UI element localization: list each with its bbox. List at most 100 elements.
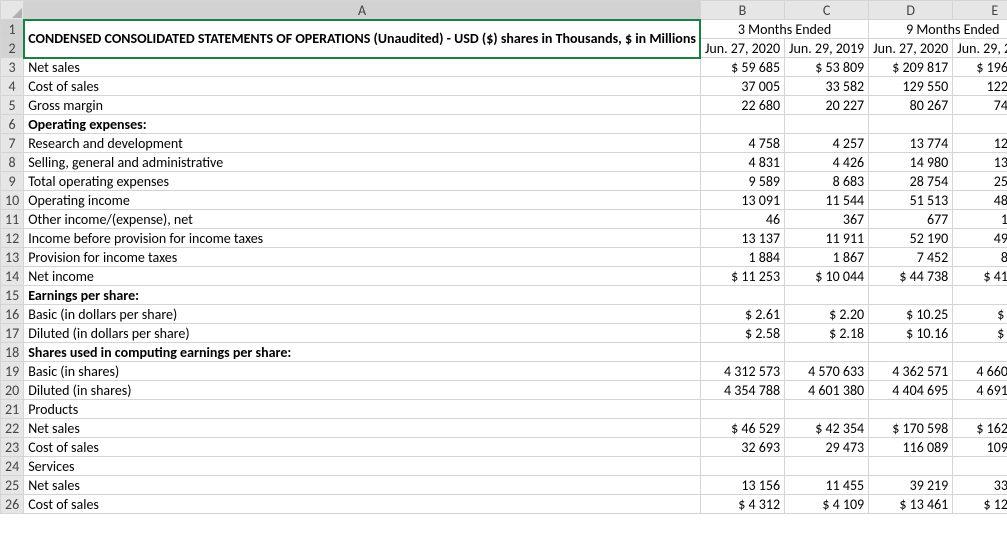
cell-c22[interactable]: $ 42 354	[785, 419, 869, 438]
cell-a7[interactable]: Research and development	[24, 134, 701, 153]
cell-b5[interactable]: 22 680	[700, 96, 784, 115]
cell-d17[interactable]: $ 10.16	[869, 324, 953, 343]
cell-a1[interactable]: CONDENSED CONSOLIDATED STATEMENTS OF OPE…	[24, 20, 701, 58]
cell-b6[interactable]	[700, 115, 784, 134]
cell-b20[interactable]: 4 354 788	[700, 381, 784, 400]
cell-d25[interactable]: 39 219	[869, 476, 953, 495]
row-head-25[interactable]: 25	[1, 476, 24, 495]
cell-a13[interactable]: Provision for income taxes	[24, 248, 701, 267]
col-head-e[interactable]: E	[953, 1, 1007, 20]
cell-c21[interactable]	[785, 400, 869, 419]
cell-b22[interactable]: $ 46 529	[700, 419, 784, 438]
row-head-3[interactable]: 3	[1, 58, 24, 77]
cell-e7[interactable]: 12 107	[953, 134, 1007, 153]
cell-b9[interactable]: 9 589	[700, 172, 784, 191]
row-head-9[interactable]: 9	[1, 172, 24, 191]
cell-b16[interactable]: $ 2.61	[700, 305, 784, 324]
cell-e26[interactable]: $ 12 297	[953, 495, 1007, 514]
cell-e5[interactable]: 74 079	[953, 96, 1007, 115]
cell-a8[interactable]: Selling, general and administrative	[24, 153, 701, 172]
cell-b18[interactable]	[700, 343, 784, 362]
cell-a14[interactable]: Net income	[24, 267, 701, 286]
cell-a9[interactable]: Total operating expenses	[24, 172, 701, 191]
cell-c17[interactable]: $ 2.18	[785, 324, 869, 343]
row-head-22[interactable]: 22	[1, 419, 24, 438]
cell-b12[interactable]: 13 137	[700, 229, 784, 248]
cell-c12[interactable]: 11 911	[785, 229, 869, 248]
select-all-corner[interactable]	[1, 1, 24, 20]
cell-a12[interactable]: Income before provision for income taxes	[24, 229, 701, 248]
cell-a17[interactable]: Diluted (in dollars per share)	[24, 324, 701, 343]
cell-b8[interactable]: 4 831	[700, 153, 784, 172]
col-head-a[interactable]: A	[24, 1, 701, 20]
cell-e12[interactable]: 49 610	[953, 229, 1007, 248]
cell-e9[interactable]: 25 774	[953, 172, 1007, 191]
cell-d2[interactable]: Jun. 27, 2020	[869, 39, 953, 58]
row-head-20[interactable]: 20	[1, 381, 24, 400]
row-head-16[interactable]: 16	[1, 305, 24, 324]
cell-d26[interactable]: $ 13 461	[869, 495, 953, 514]
cell-d7[interactable]: 13 774	[869, 134, 953, 153]
cell-e15[interactable]	[953, 286, 1007, 305]
cell-b3[interactable]: $ 59 685	[700, 58, 784, 77]
cell-c24[interactable]	[785, 457, 869, 476]
cell-d18[interactable]	[869, 343, 953, 362]
cell-b17[interactable]: $ 2.58	[700, 324, 784, 343]
row-head-8[interactable]: 8	[1, 153, 24, 172]
row-head-4[interactable]: 4	[1, 77, 24, 96]
cell-a19[interactable]: Basic (in shares)	[24, 362, 701, 381]
cell-c16[interactable]: $ 2.20	[785, 305, 869, 324]
row-head-23[interactable]: 23	[1, 438, 24, 457]
cell-c23[interactable]: 29 473	[785, 438, 869, 457]
cell-c15[interactable]	[785, 286, 869, 305]
row-head-17[interactable]: 17	[1, 324, 24, 343]
cell-b4[interactable]: 37 005	[700, 77, 784, 96]
cell-d3[interactable]: $ 209 817	[869, 58, 953, 77]
row-head-6[interactable]: 6	[1, 115, 24, 134]
cell-e8[interactable]: 13 667	[953, 153, 1007, 172]
col-head-b[interactable]: B	[700, 1, 784, 20]
cell-d22[interactable]: $ 170 598	[869, 419, 953, 438]
cell-d20[interactable]: 4 404 695	[869, 381, 953, 400]
cell-d1[interactable]: 9 Months Ended	[869, 20, 1007, 39]
cell-c26[interactable]: $ 4 109	[785, 495, 869, 514]
cell-a4[interactable]: Cost of sales	[24, 77, 701, 96]
cell-a24[interactable]: Services	[24, 457, 701, 476]
cell-b25[interactable]: 13 156	[700, 476, 784, 495]
cell-c25[interactable]: 11 455	[785, 476, 869, 495]
cell-a6[interactable]: Operating expenses:	[24, 115, 701, 134]
cell-e18[interactable]	[953, 343, 1007, 362]
cell-b11[interactable]: 46	[700, 210, 784, 229]
cell-d24[interactable]	[869, 457, 953, 476]
cell-b23[interactable]: 32 693	[700, 438, 784, 457]
row-head-15[interactable]: 15	[1, 286, 24, 305]
cell-a11[interactable]: Other income/(expense), net	[24, 210, 701, 229]
cell-d6[interactable]	[869, 115, 953, 134]
cell-e19[interactable]: 4 660 175	[953, 362, 1007, 381]
cell-a5[interactable]: Gross margin	[24, 96, 701, 115]
row-head-1[interactable]: 1	[1, 20, 24, 39]
cell-b14[interactable]: $ 11 253	[700, 267, 784, 286]
cell-d14[interactable]: $ 44 738	[869, 267, 953, 286]
cell-c19[interactable]: 4 570 633	[785, 362, 869, 381]
cell-c9[interactable]: 8 683	[785, 172, 869, 191]
cell-a18[interactable]: Shares used in computing earnings per sh…	[24, 343, 701, 362]
cell-b1[interactable]: 3 Months Ended	[700, 20, 868, 39]
cell-b26[interactable]: $ 4 312	[700, 495, 784, 514]
cell-c14[interactable]: $ 10 044	[785, 267, 869, 286]
cell-d10[interactable]: 51 513	[869, 191, 953, 210]
cell-b13[interactable]: 1 884	[700, 248, 784, 267]
cell-a23[interactable]: Cost of sales	[24, 438, 701, 457]
row-head-14[interactable]: 14	[1, 267, 24, 286]
cell-d4[interactable]: 129 550	[869, 77, 953, 96]
cell-b19[interactable]: 4 312 573	[700, 362, 784, 381]
row-head-5[interactable]: 5	[1, 96, 24, 115]
cell-d8[interactable]: 14 980	[869, 153, 953, 172]
cell-e4[interactable]: 122 055	[953, 77, 1007, 96]
row-head-7[interactable]: 7	[1, 134, 24, 153]
cell-e10[interactable]: 48 305	[953, 191, 1007, 210]
cell-e23[interactable]: 109 758	[953, 438, 1007, 457]
cell-e3[interactable]: $ 196 134	[953, 58, 1007, 77]
cell-a20[interactable]: Diluted (in shares)	[24, 381, 701, 400]
cell-d5[interactable]: 80 267	[869, 96, 953, 115]
